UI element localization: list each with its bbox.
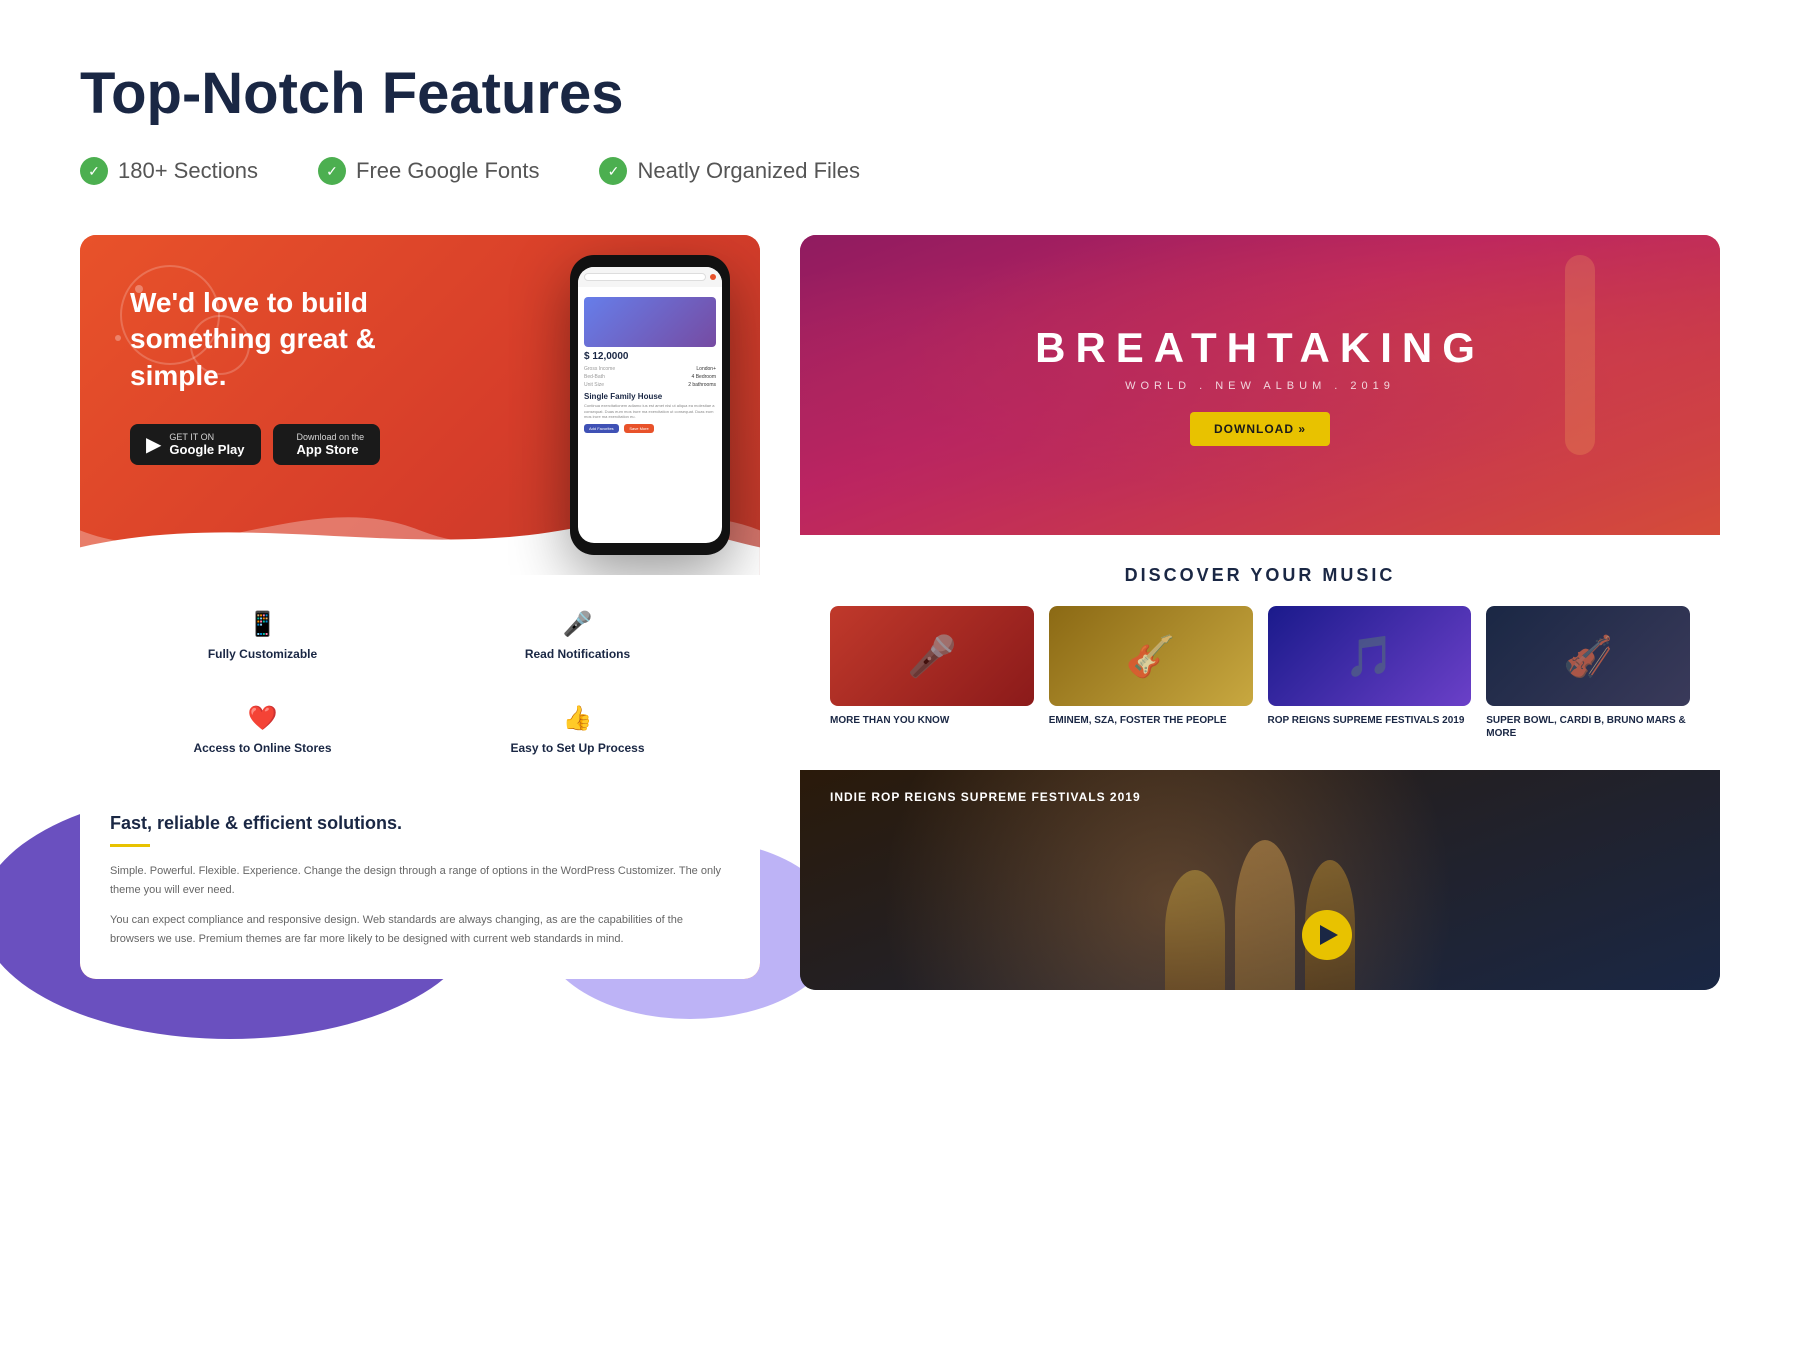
desc-title: Fast, reliable & efficient solutions.: [110, 813, 730, 834]
heart-icon: ❤️: [125, 704, 400, 733]
app-feature-fully-customizable: 📱 Fully Customizable: [110, 595, 415, 679]
app-hero-card: We'd love to build something great & sim…: [80, 235, 760, 979]
music-label-0: MORE THAN YOU KNOW: [830, 714, 1034, 727]
google-play-btn[interactable]: ▶ GET IT ON Google Play: [130, 424, 261, 465]
music-video-section: INDIE ROP REIGNS SUPREME FESTIVALS 2019: [800, 770, 1720, 990]
features-list: ✓ 180+ Sections ✓ Free Google Fonts ✓ Ne…: [80, 157, 1720, 185]
google-play-label-top: GET IT ON: [169, 432, 244, 442]
music-hero-content: BREATHTAKING WORLD . NEW ALBUM . 2019 DO…: [1035, 324, 1485, 446]
feature-label-2: Neatly Organized Files: [637, 158, 860, 184]
app-store-btn[interactable]: Download on the App Store: [273, 424, 381, 465]
check-icon-0: ✓: [80, 157, 108, 185]
thumbsup-icon: 👍: [440, 704, 715, 733]
music-label-3: SUPER BOWL, CARDI B, BRUNO MARS & MORE: [1486, 714, 1690, 740]
left-screenshot: We'd love to build something great & sim…: [80, 235, 760, 979]
setup-title: Easy to Set Up Process: [440, 741, 715, 755]
discover-title: DISCOVER YOUR MUSIC: [830, 565, 1690, 586]
phone-screen: $ 12,0000 Gross Income London+ Bed-Bath …: [578, 267, 722, 543]
online-stores-title: Access to Online Stores: [125, 741, 400, 755]
app-feature-online-stores: ❤️ Access to Online Stores: [110, 689, 415, 773]
music-item-1: 🎸 EMINEM, SZA, FOSTER THE PEOPLE: [1049, 606, 1253, 740]
phone-amount: $ 12,0000: [584, 351, 716, 362]
music-img-3: 🎻: [1486, 606, 1690, 706]
feature-item-0: ✓ 180+ Sections: [80, 157, 258, 185]
page-wrapper: Top-Notch Features ✓ 180+ Sections ✓ Fre…: [0, 0, 1800, 1030]
music-label-1: EMINEM, SZA, FOSTER THE PEOPLE: [1049, 714, 1253, 727]
app-feature-notifications: 🎤 Read Notifications: [425, 595, 730, 679]
hero-text: We'd love to build something great & sim…: [130, 285, 390, 394]
page-title: Top-Notch Features: [80, 60, 1720, 127]
music-cards-grid: 🎤 MORE THAN YOU KNOW 🎸 EMINEM,: [830, 606, 1690, 740]
app-store-label-bottom: App Store: [297, 442, 365, 457]
music-img-0: 🎤: [830, 606, 1034, 706]
feature-label-0: 180+ Sections: [118, 158, 258, 184]
hero-dot-2: [115, 335, 121, 341]
music-card: BREATHTAKING WORLD . NEW ALBUM . 2019 DO…: [800, 235, 1720, 990]
music-discover-section: DISCOVER YOUR MUSIC 🎤 MORE THAN YOU KNOW: [800, 535, 1720, 770]
desc-text-1: Simple. Powerful. Flexible. Experience. …: [110, 862, 730, 899]
video-label: INDIE ROP REIGNS SUPREME FESTIVALS 2019: [830, 790, 1141, 804]
screenshots-row: We'd love to build something great & sim…: [80, 235, 1720, 990]
music-hero-subtitle: WORLD . NEW ALBUM . 2019: [1035, 380, 1485, 392]
check-icon-1: ✓: [318, 157, 346, 185]
app-feature-setup: 👍 Easy to Set Up Process: [425, 689, 730, 773]
music-label-2: ROP REIGNS SUPREME FESTIVALS 2019: [1268, 714, 1472, 727]
play-triangle-icon: [1320, 925, 1338, 945]
phone-property-desc: Continua exercitationem adiamo ius est a…: [584, 403, 716, 420]
right-screenshot: BREATHTAKING WORLD . NEW ALBUM . 2019 DO…: [800, 235, 1720, 990]
feature-label-1: Free Google Fonts: [356, 158, 539, 184]
music-hero: BREATHTAKING WORLD . NEW ALBUM . 2019 DO…: [800, 235, 1720, 535]
music-download-btn[interactable]: DOWNLOAD »: [1190, 412, 1330, 446]
music-hero-title: BREATHTAKING: [1035, 324, 1485, 372]
phone-property-title: Single Family House: [584, 392, 716, 401]
google-play-icon: ▶: [146, 432, 161, 457]
check-icon-2: ✓: [599, 157, 627, 185]
desc-text-2: You can expect compliance and responsive…: [110, 911, 730, 948]
music-item-2: 🎵 ROP REIGNS SUPREME FESTIVALS 2019: [1268, 606, 1472, 740]
app-hero-section: We'd love to build something great & sim…: [80, 235, 760, 575]
phone-icon: 📱: [125, 610, 400, 639]
feature-item-2: ✓ Neatly Organized Files: [599, 157, 860, 185]
music-img-2: 🎵: [1268, 606, 1472, 706]
feature-item-1: ✓ Free Google Fonts: [318, 157, 539, 185]
app-store-label-top: Download on the: [297, 432, 365, 442]
phone-mockup: $ 12,0000 Gross Income London+ Bed-Bath …: [570, 255, 730, 555]
music-item-3: 🎻 SUPER BOWL, CARDI B, BRUNO MARS & MORE: [1486, 606, 1690, 740]
music-item-0: 🎤 MORE THAN YOU KNOW: [830, 606, 1034, 740]
video-play-btn[interactable]: [1302, 910, 1352, 960]
music-img-1: 🎸: [1049, 606, 1253, 706]
notifications-title: Read Notifications: [440, 647, 715, 661]
google-play-label-bottom: Google Play: [169, 442, 244, 457]
fully-customizable-title: Fully Customizable: [125, 647, 400, 661]
mic-icon: 🎤: [440, 610, 715, 639]
